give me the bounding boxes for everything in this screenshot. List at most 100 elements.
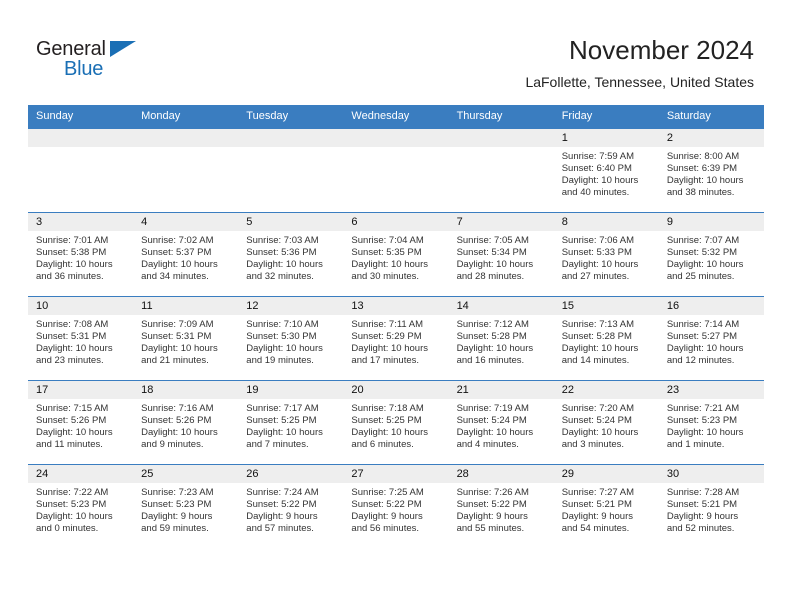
day-number bbox=[343, 129, 449, 147]
sunrise-time: Sunrise: 7:26 AM bbox=[456, 487, 529, 498]
sunset-time: Sunset: 5:30 PM bbox=[246, 331, 317, 343]
daylight-duration-line1: Daylight: 10 hours bbox=[36, 343, 113, 355]
day-details: Sunrise: 7:04 AM Sunset: 5:35 PM Daylight:… bbox=[343, 231, 448, 283]
calendar-day-cell[interactable]: 3 Sunrise: 7:01 AM Sunset: 5:38 PM Daylight… bbox=[28, 212, 134, 297]
calendar-day-cell[interactable]: 27 Sunrise: 7:25 AM Sunset: 5:22 PM Dayligh… bbox=[343, 464, 449, 548]
calendar-day-cell[interactable]: 13 Sunrise: 7:11 AM Sunset: 5:29 PM Dayligh… bbox=[343, 296, 449, 381]
daylight-duration-line2: and 28 minutes. bbox=[456, 271, 525, 283]
daylight-duration-line1: Daylight: 9 hours bbox=[351, 511, 423, 523]
calendar-header-row: Sunday Monday Tuesday Wednesday Thursday… bbox=[28, 105, 764, 129]
calendar-day-cell[interactable]: 20 Sunrise: 7:18 AM Sunset: 5:25 PM Dayligh… bbox=[343, 380, 449, 465]
calendar-day-cell[interactable]: 29 Sunrise: 7:27 AM Sunset: 5:21 PM Dayligh… bbox=[553, 464, 659, 548]
calendar-day-cell[interactable]: 14 Sunrise: 7:12 AM Sunset: 5:28 PM Dayligh… bbox=[448, 296, 554, 381]
day-cell: 13 Sunrise: 7:11 AM Sunset: 5:29 PM Dayligh… bbox=[343, 297, 449, 380]
calendar-day-cell[interactable]: 17 Sunrise: 7:15 AM Sunset: 5:26 PM Dayligh… bbox=[28, 380, 134, 465]
day-number: 20 bbox=[343, 381, 449, 399]
calendar-body: 1 Sunrise: 7:59 AM Sunset: 6:40 PM Daylight… bbox=[28, 128, 764, 548]
day-number: 13 bbox=[343, 297, 449, 315]
day-details: Sunrise: 7:02 AM Sunset: 5:37 PM Daylight:… bbox=[133, 231, 238, 283]
page-header: General Blue November 2024 LaFollette, T… bbox=[0, 0, 792, 104]
daylight-duration-line2: and 12 minutes. bbox=[666, 355, 735, 367]
calendar-day-cell[interactable]: 9 Sunrise: 7:07 AM Sunset: 5:32 PM Daylight… bbox=[658, 212, 764, 297]
calendar-day-cell[interactable] bbox=[343, 128, 449, 213]
day-details: Sunrise: 7:20 AM Sunset: 5:24 PM Daylight:… bbox=[554, 399, 659, 451]
daylight-duration-line1: Daylight: 10 hours bbox=[666, 343, 744, 355]
calendar-day-cell[interactable]: 28 Sunrise: 7:26 AM Sunset: 5:22 PM Dayligh… bbox=[448, 464, 554, 548]
calendar-day-cell[interactable]: 1 Sunrise: 7:59 AM Sunset: 6:40 PM Daylight… bbox=[553, 128, 659, 213]
weekday-header-sunday: Sunday bbox=[28, 105, 134, 129]
day-number: 22 bbox=[553, 381, 659, 399]
page-title: November 2024 bbox=[569, 35, 754, 65]
calendar-day-cell[interactable]: 7 Sunrise: 7:05 AM Sunset: 5:34 PM Daylight… bbox=[448, 212, 554, 297]
daylight-duration-line2: and 56 minutes. bbox=[351, 523, 420, 535]
daylight-duration-line2: and 34 minutes. bbox=[141, 271, 209, 283]
day-cell: 8 Sunrise: 7:06 AM Sunset: 5:33 PM Daylight… bbox=[553, 213, 659, 296]
sunrise-time: Sunrise: 8:00 AM bbox=[666, 151, 740, 162]
calendar-day-cell[interactable] bbox=[448, 128, 554, 213]
calendar-day-cell[interactable] bbox=[133, 128, 239, 213]
sunset-time: Sunset: 5:33 PM bbox=[561, 247, 632, 259]
day-number: 10 bbox=[28, 297, 134, 315]
daylight-duration-line1: Daylight: 10 hours bbox=[666, 427, 744, 439]
daylight-duration-line2: and 19 minutes. bbox=[246, 355, 314, 367]
sunrise-time: Sunrise: 7:17 AM bbox=[246, 403, 319, 414]
sunrise-time: Sunrise: 7:10 AM bbox=[246, 319, 319, 330]
calendar-day-cell[interactable]: 6 Sunrise: 7:04 AM Sunset: 5:35 PM Daylight… bbox=[343, 212, 449, 297]
calendar-day-cell[interactable] bbox=[28, 128, 134, 213]
day-number: 15 bbox=[553, 297, 659, 315]
calendar-day-cell[interactable]: 10 Sunrise: 7:08 AM Sunset: 5:31 PM Dayligh… bbox=[28, 296, 134, 381]
calendar-day-cell[interactable]: 26 Sunrise: 7:24 AM Sunset: 5:22 PM Dayligh… bbox=[238, 464, 344, 548]
day-details: Sunrise: 7:09 AM Sunset: 5:31 PM Daylight:… bbox=[133, 315, 238, 367]
sunset-time: Sunset: 5:31 PM bbox=[141, 331, 212, 343]
calendar-day-cell[interactable]: 22 Sunrise: 7:20 AM Sunset: 5:24 PM Dayligh… bbox=[553, 380, 659, 465]
sunset-time: Sunset: 5:34 PM bbox=[456, 247, 527, 259]
calendar-day-cell[interactable]: 23 Sunrise: 7:21 AM Sunset: 5:23 PM Dayligh… bbox=[658, 380, 764, 465]
day-cell: 14 Sunrise: 7:12 AM Sunset: 5:28 PM Dayligh… bbox=[448, 297, 554, 380]
daylight-duration-line2: and 25 minutes. bbox=[666, 271, 735, 283]
sunrise-time: Sunrise: 7:14 AM bbox=[666, 319, 740, 330]
calendar-day-cell[interactable]: 18 Sunrise: 7:16 AM Sunset: 5:26 PM Dayligh… bbox=[133, 380, 239, 465]
day-cell: 9 Sunrise: 7:07 AM Sunset: 5:32 PM Daylight… bbox=[658, 213, 764, 296]
day-details: Sunrise: 7:23 AM Sunset: 5:23 PM Daylight:… bbox=[133, 483, 238, 535]
day-details: Sunrise: 7:28 AM Sunset: 5:21 PM Daylight:… bbox=[659, 483, 764, 535]
calendar-day-cell[interactable]: 15 Sunrise: 7:13 AM Sunset: 5:28 PM Dayligh… bbox=[553, 296, 659, 381]
day-number: 14 bbox=[448, 297, 554, 315]
day-details: Sunrise: 7:14 AM Sunset: 5:27 PM Daylight:… bbox=[659, 315, 764, 367]
day-cell: 6 Sunrise: 7:04 AM Sunset: 5:35 PM Daylight… bbox=[343, 213, 449, 296]
calendar-day-cell[interactable]: 25 Sunrise: 7:23 AM Sunset: 5:23 PM Dayligh… bbox=[133, 464, 239, 548]
day-number: 23 bbox=[658, 381, 764, 399]
sunrise-time: Sunrise: 7:11 AM bbox=[351, 319, 424, 330]
sunset-time: Sunset: 5:24 PM bbox=[456, 415, 527, 427]
calendar-day-cell[interactable]: 2 Sunrise: 8:00 AM Sunset: 6:39 PM Daylight… bbox=[658, 128, 764, 213]
sunrise-time: Sunrise: 7:59 AM bbox=[561, 151, 635, 162]
day-cell: 28 Sunrise: 7:26 AM Sunset: 5:22 PM Dayligh… bbox=[448, 465, 554, 548]
sunrise-time: Sunrise: 7:16 AM bbox=[141, 403, 214, 414]
sunset-time: Sunset: 5:27 PM bbox=[666, 331, 738, 343]
daylight-duration-line1: Daylight: 10 hours bbox=[36, 427, 113, 439]
daylight-duration-line2: and 27 minutes. bbox=[561, 271, 630, 283]
calendar-day-cell[interactable]: 16 Sunrise: 7:14 AM Sunset: 5:27 PM Dayligh… bbox=[658, 296, 764, 381]
weekday-header-thursday: Thursday bbox=[448, 105, 554, 129]
sunrise-time: Sunrise: 7:06 AM bbox=[561, 235, 635, 246]
calendar-day-cell[interactable]: 30 Sunrise: 7:28 AM Sunset: 5:21 PM Dayligh… bbox=[658, 464, 764, 548]
calendar-day-cell[interactable]: 8 Sunrise: 7:06 AM Sunset: 5:33 PM Daylight… bbox=[553, 212, 659, 297]
day-number: 18 bbox=[133, 381, 239, 399]
day-cell: 4 Sunrise: 7:02 AM Sunset: 5:37 PM Daylight… bbox=[133, 213, 239, 296]
calendar-day-cell[interactable] bbox=[238, 128, 344, 213]
calendar-day-cell[interactable]: 12 Sunrise: 7:10 AM Sunset: 5:30 PM Dayligh… bbox=[238, 296, 344, 381]
calendar-day-cell[interactable]: 5 Sunrise: 7:03 AM Sunset: 5:36 PM Daylight… bbox=[238, 212, 344, 297]
sunrise-time: Sunrise: 7:02 AM bbox=[141, 235, 214, 246]
sunrise-time: Sunrise: 7:04 AM bbox=[351, 235, 424, 246]
calendar-day-cell[interactable]: 21 Sunrise: 7:19 AM Sunset: 5:24 PM Dayligh… bbox=[448, 380, 554, 465]
sunrise-time: Sunrise: 7:19 AM bbox=[456, 403, 529, 414]
daylight-duration-line1: Daylight: 10 hours bbox=[666, 175, 744, 187]
calendar-day-cell[interactable]: 4 Sunrise: 7:02 AM Sunset: 5:37 PM Daylight… bbox=[133, 212, 239, 297]
calendar-day-cell[interactable]: 11 Sunrise: 7:09 AM Sunset: 5:31 PM Dayligh… bbox=[133, 296, 239, 381]
daylight-duration-line2: and 54 minutes. bbox=[561, 523, 630, 535]
sunset-time: Sunset: 5:25 PM bbox=[246, 415, 317, 427]
sunrise-time: Sunrise: 7:01 AM bbox=[36, 235, 109, 246]
day-number: 29 bbox=[553, 465, 659, 483]
calendar-day-cell[interactable]: 24 Sunrise: 7:22 AM Sunset: 5:23 PM Dayligh… bbox=[28, 464, 134, 548]
general-blue-logo[interactable]: General Blue bbox=[36, 38, 156, 86]
calendar-day-cell[interactable]: 19 Sunrise: 7:17 AM Sunset: 5:25 PM Dayligh… bbox=[238, 380, 344, 465]
